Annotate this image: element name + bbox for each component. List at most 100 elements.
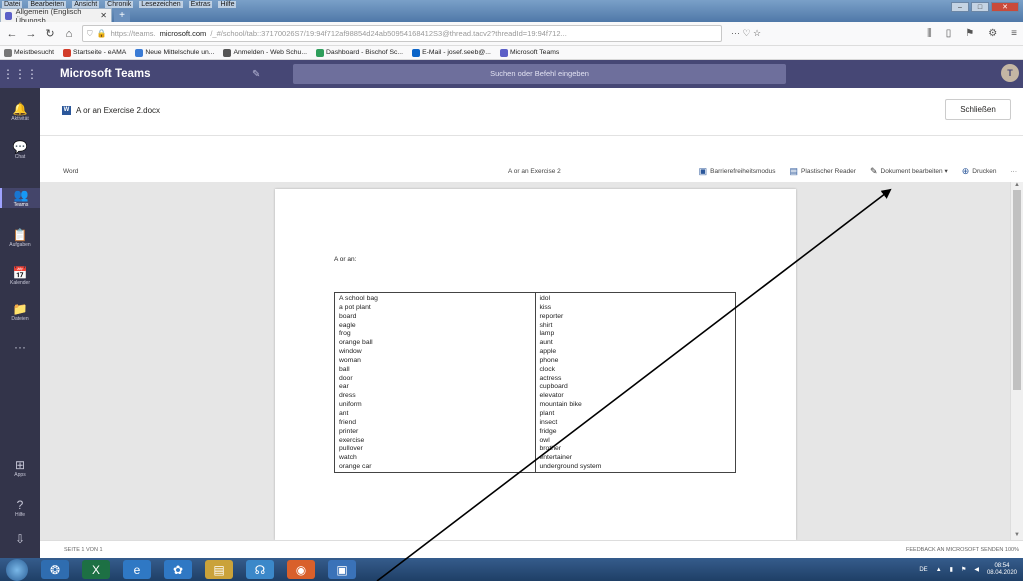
scroll-down-icon[interactable]: ▼ — [1012, 532, 1022, 540]
accessibility-mode-button[interactable]: ▣ Barrierefreiheitsmodus — [699, 166, 776, 177]
table-word: ear — [339, 383, 349, 391]
home-icon[interactable]: ⌂ — [63, 28, 75, 40]
taskbar-app-icon[interactable]: ▣ — [328, 560, 356, 579]
rail-item-chat[interactable]: 💬 Chat — [0, 140, 40, 160]
bookmark-icon — [316, 48, 324, 57]
bookmarks-bar: Meistbesucht Startseite - eAMA Neue Mittel… — [0, 46, 1023, 60]
edit-document-button[interactable]: ✎ Dokument bearbeiten ▾ — [870, 166, 948, 177]
settings-icon[interactable]: ⚙ — [988, 28, 997, 39]
document-scrollbar[interactable]: ▲ ▼ — [1010, 182, 1023, 540]
rail-item-calendar[interactable]: 📅 Kalender — [0, 266, 40, 286]
new-tab-button[interactable]: + — [114, 10, 130, 22]
bookmark-label: Meistbesucht — [14, 49, 55, 56]
print-button[interactable]: ⊕ Drucken — [962, 166, 997, 177]
rail-item-help[interactable]: ? Hilfe — [0, 498, 40, 518]
scroll-thumb[interactable] — [1013, 190, 1021, 390]
calendar-icon: 📅 — [12, 266, 28, 280]
bookmark-item[interactable]: Meistbesucht — [4, 48, 55, 57]
table-word: apple — [539, 348, 557, 356]
browser-title-bar: Datei Bearbeiten Ansicht Chronik Lesezei… — [0, 0, 1023, 25]
url-bar[interactable]: ⛉ 🔒 https://teams. microsoft.com/_#/schoo… — [82, 25, 722, 42]
rail-item-more[interactable]: ··· — [0, 340, 40, 354]
flag-icon[interactable]: ⚑ — [961, 566, 966, 573]
browser-tab-teams[interactable]: Allgemein (Englisch Übungsb ✕ — [0, 7, 112, 25]
taskbar-firefox-icon[interactable]: ◉ — [287, 560, 315, 579]
taskbar-internet-explorer-icon[interactable]: e — [123, 560, 151, 579]
avatar[interactable]: T — [1001, 64, 1019, 82]
taskbar-excel-icon[interactable]: X — [82, 560, 110, 579]
sidebar-icon[interactable]: ▯ — [946, 28, 952, 39]
maximize-button[interactable]: □ — [971, 2, 989, 12]
rail-item-teams[interactable]: 👥 Teams — [0, 188, 40, 208]
bookmark-item[interactable]: E-Mail - josef.seeb@... — [412, 48, 491, 57]
bookmark-item[interactable]: Startseite - eAMA — [63, 48, 126, 57]
bookmark-item[interactable]: Neue Mittelschule un... — [135, 48, 214, 57]
bookmark-item[interactable]: Anmelden - Web Schu... — [223, 48, 307, 57]
taskbar-people-icon[interactable]: ☊ — [246, 560, 274, 579]
minimize-button[interactable]: – — [951, 2, 969, 12]
language-indicator[interactable]: DE — [919, 567, 927, 573]
tab-strip: Allgemein (Englisch Übungsb ✕ + — [0, 7, 130, 25]
bookmark-icon — [412, 48, 421, 57]
bookmark-item[interactable]: Microsoft Teams — [499, 48, 559, 57]
teams-app-rail: 🔔 Aktivität 💬 Chat 👥 Teams 📋 Aufgaben 📅 Kalender 📁… — [0, 88, 40, 558]
document-page: A or an: A school bag a pot plant board eag… — [275, 189, 796, 540]
table-word: woman — [339, 356, 361, 364]
extension-icon[interactable]: ⚑ — [965, 28, 974, 39]
reload-icon[interactable]: ↻ — [44, 27, 56, 40]
window-close-button[interactable]: ✕ — [991, 2, 1019, 12]
tray-expand-icon[interactable]: ▲ — [936, 567, 942, 573]
table-word: underground system — [539, 463, 602, 471]
menu-bookmarks[interactable]: Lesezeichen — [139, 1, 183, 8]
start-button[interactable] — [6, 558, 28, 581]
clock[interactable]: 08:54 08.04.2020 — [987, 563, 1017, 577]
rail-item-activity[interactable]: 🔔 Aktivität — [0, 102, 40, 122]
assignments-icon: 📋 — [12, 228, 28, 242]
hamburger-menu-icon[interactable]: ≡ — [1011, 28, 1017, 39]
taskbar-explorer-icon[interactable]: ❂ — [41, 560, 69, 579]
rail-item-files[interactable]: 📁 Dateien — [0, 302, 40, 322]
url-actions[interactable]: ··· ♡ ☆ — [731, 28, 761, 39]
taskbar-settings-icon[interactable]: ✿ — [164, 560, 192, 579]
compose-icon[interactable]: ✎ — [252, 69, 260, 80]
edit-document-label: Dokument bearbeiten ▾ — [880, 168, 948, 175]
document-heading: A or an: — [334, 256, 357, 263]
immersive-reader-button[interactable]: ▤ Plastischer Reader — [790, 166, 856, 177]
rail-item-label: Kalender — [9, 280, 30, 286]
tab-close-icon[interactable]: ✕ — [100, 11, 107, 20]
windows-taskbar: ❂ Xe ✿ ▤ ☊ ◉ ▣ DE ▲ ▮ ⚑ ◀ 08:54 08.04.2020 — [0, 558, 1023, 581]
bookmark-icon — [4, 48, 12, 57]
taskbar-file-manager-icon[interactable]: ▤ — [205, 560, 233, 579]
table-word: cupboard — [539, 383, 568, 391]
table-word: pullover — [339, 445, 363, 453]
menu-help[interactable]: Hilfe — [218, 1, 237, 8]
library-icon[interactable]: ⫼ — [927, 28, 932, 39]
rail-item-apps[interactable]: ⊞ Apps — [0, 458, 40, 478]
more-options-button[interactable]: ··· — [1011, 168, 1018, 175]
menu-history[interactable]: Chronik — [105, 1, 134, 8]
volume-icon[interactable]: ◀ — [974, 566, 979, 573]
search-input[interactable]: Suchen oder Befehl eingeben — [293, 64, 786, 84]
network-icon[interactable]: ▮ — [950, 566, 953, 573]
print-icon: ⊕ — [961, 165, 970, 176]
rail-item-assignments[interactable]: 📋 Aufgaben — [0, 228, 40, 248]
bookmark-icon — [63, 48, 72, 57]
table-word: actress — [539, 374, 562, 382]
table-word: dress — [339, 392, 356, 400]
feedback-zoom[interactable]: FEEDBACK AN MICROSOFT SENDEN 100% — [906, 547, 1019, 553]
url-rest: /_#/school/tab::37170026S7/19:94f712af98… — [210, 29, 567, 38]
table-word: brother — [539, 445, 562, 453]
close-document-button[interactable]: Schließen — [945, 99, 1011, 120]
bookmark-item[interactable]: Dashboard - Bischof Sc... — [316, 48, 403, 57]
table-word: window — [339, 348, 362, 356]
scroll-up-icon[interactable]: ▲ — [1012, 182, 1022, 190]
teams-favicon-icon — [5, 11, 12, 20]
forward-icon[interactable]: → — [25, 28, 37, 40]
menu-tools[interactable]: Extras — [188, 1, 213, 8]
rail-item-download[interactable]: ⇩ — [0, 532, 40, 546]
table-word: ant — [339, 409, 349, 417]
app-launcher-icon[interactable]: ⋮⋮⋮ — [0, 67, 40, 81]
teams-icon: 👥 — [13, 188, 29, 202]
rail-item-label: Aufgaben — [9, 242, 31, 248]
back-icon[interactable]: ← — [6, 28, 18, 40]
